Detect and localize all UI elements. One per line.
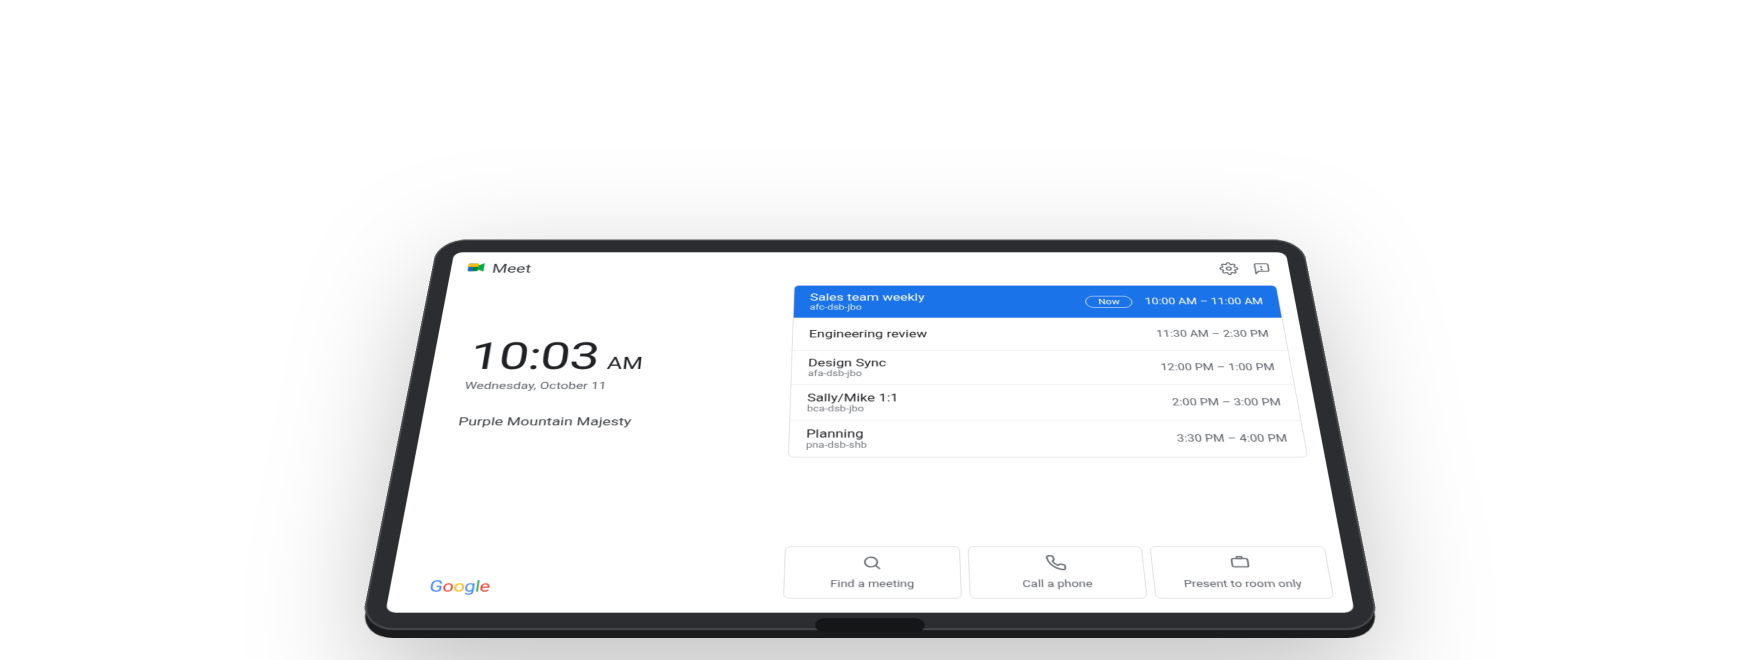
meeting-row[interactable]: Engineering review11:30 AM – 2:30 PM [793, 318, 1288, 350]
meeting-time: 12:00 PM – 1:00 PM [1160, 362, 1276, 372]
meeting-title: Sally/Mike 1:1 [807, 392, 1172, 404]
meeting-time: 2:00 PM – 3:00 PM [1172, 397, 1282, 408]
meeting-title: Engineering review [809, 328, 1157, 340]
find-meeting-button[interactable]: Find a meeting [783, 546, 961, 598]
meeting-row[interactable]: Sales team weeklyafc-dsb-jboNow 10:00 AM … [794, 286, 1282, 319]
meeting-time: 3:30 PM – 4:00 PM [1176, 433, 1288, 444]
phone-icon [1045, 554, 1068, 574]
meeting-time: 10:00 AM – 11:00 AM [1144, 297, 1264, 307]
call-phone-label: Call a phone [1022, 579, 1093, 590]
search-icon [862, 554, 884, 574]
clock-date: Wednesday, October 11 [464, 380, 773, 392]
clock-time: 10:03 [466, 334, 602, 379]
now-badge: Now [1085, 296, 1134, 308]
screen: Meet 10:03 AM [385, 252, 1354, 612]
action-bar: Find a meeting Call a phone [783, 536, 1337, 613]
meeting-code: pna-dsb-shb [806, 440, 1179, 450]
google-logo: Google [428, 577, 491, 595]
meeting-title: Design Sync [808, 357, 1161, 369]
meeting-row[interactable]: Design Syncafa-dsb-jbo12:00 PM – 1:00 PM [791, 351, 1294, 386]
present-to-room-button[interactable]: Present to room only [1150, 546, 1334, 598]
meet-logo: Meet [465, 261, 532, 276]
present-label: Present to room only [1183, 579, 1303, 590]
clock-ampm: AM [606, 354, 644, 373]
app-name: Meet [491, 262, 532, 276]
meeting-row[interactable]: Sally/Mike 1:1bca-dsb-jbo2:00 PM – 3:00 … [790, 385, 1300, 421]
call-phone-button[interactable]: Call a phone [967, 546, 1148, 598]
tablet-home-button[interactable] [815, 618, 925, 632]
meeting-code: bca-dsb-jbo [807, 404, 1174, 413]
clock-panel: 10:03 AM Wednesday, October 11 Purple Mo… [425, 285, 777, 613]
find-meeting-label: Find a meeting [830, 579, 914, 590]
meeting-code: afc-dsb-jbo [810, 303, 1087, 311]
top-bar: Meet [448, 252, 1292, 285]
room-name: Purple Mountain Majesty [457, 415, 771, 428]
settings-icon[interactable] [1216, 260, 1243, 276]
meeting-row[interactable]: Planningpna-dsb-shb3:30 PM – 4:00 PM [789, 421, 1307, 457]
meeting-title: Planning [806, 427, 1177, 440]
meet-icon [465, 261, 487, 276]
meeting-title: Sales team weekly [810, 292, 1086, 303]
present-icon [1228, 554, 1252, 574]
feedback-icon[interactable] [1248, 260, 1275, 276]
meeting-list: Sales team weeklyafc-dsb-jboNow 10:00 AM … [788, 285, 1308, 457]
meeting-code: afa-dsb-jbo [808, 369, 1162, 378]
meeting-time: 11:30 AM – 2:30 PM [1155, 329, 1269, 339]
